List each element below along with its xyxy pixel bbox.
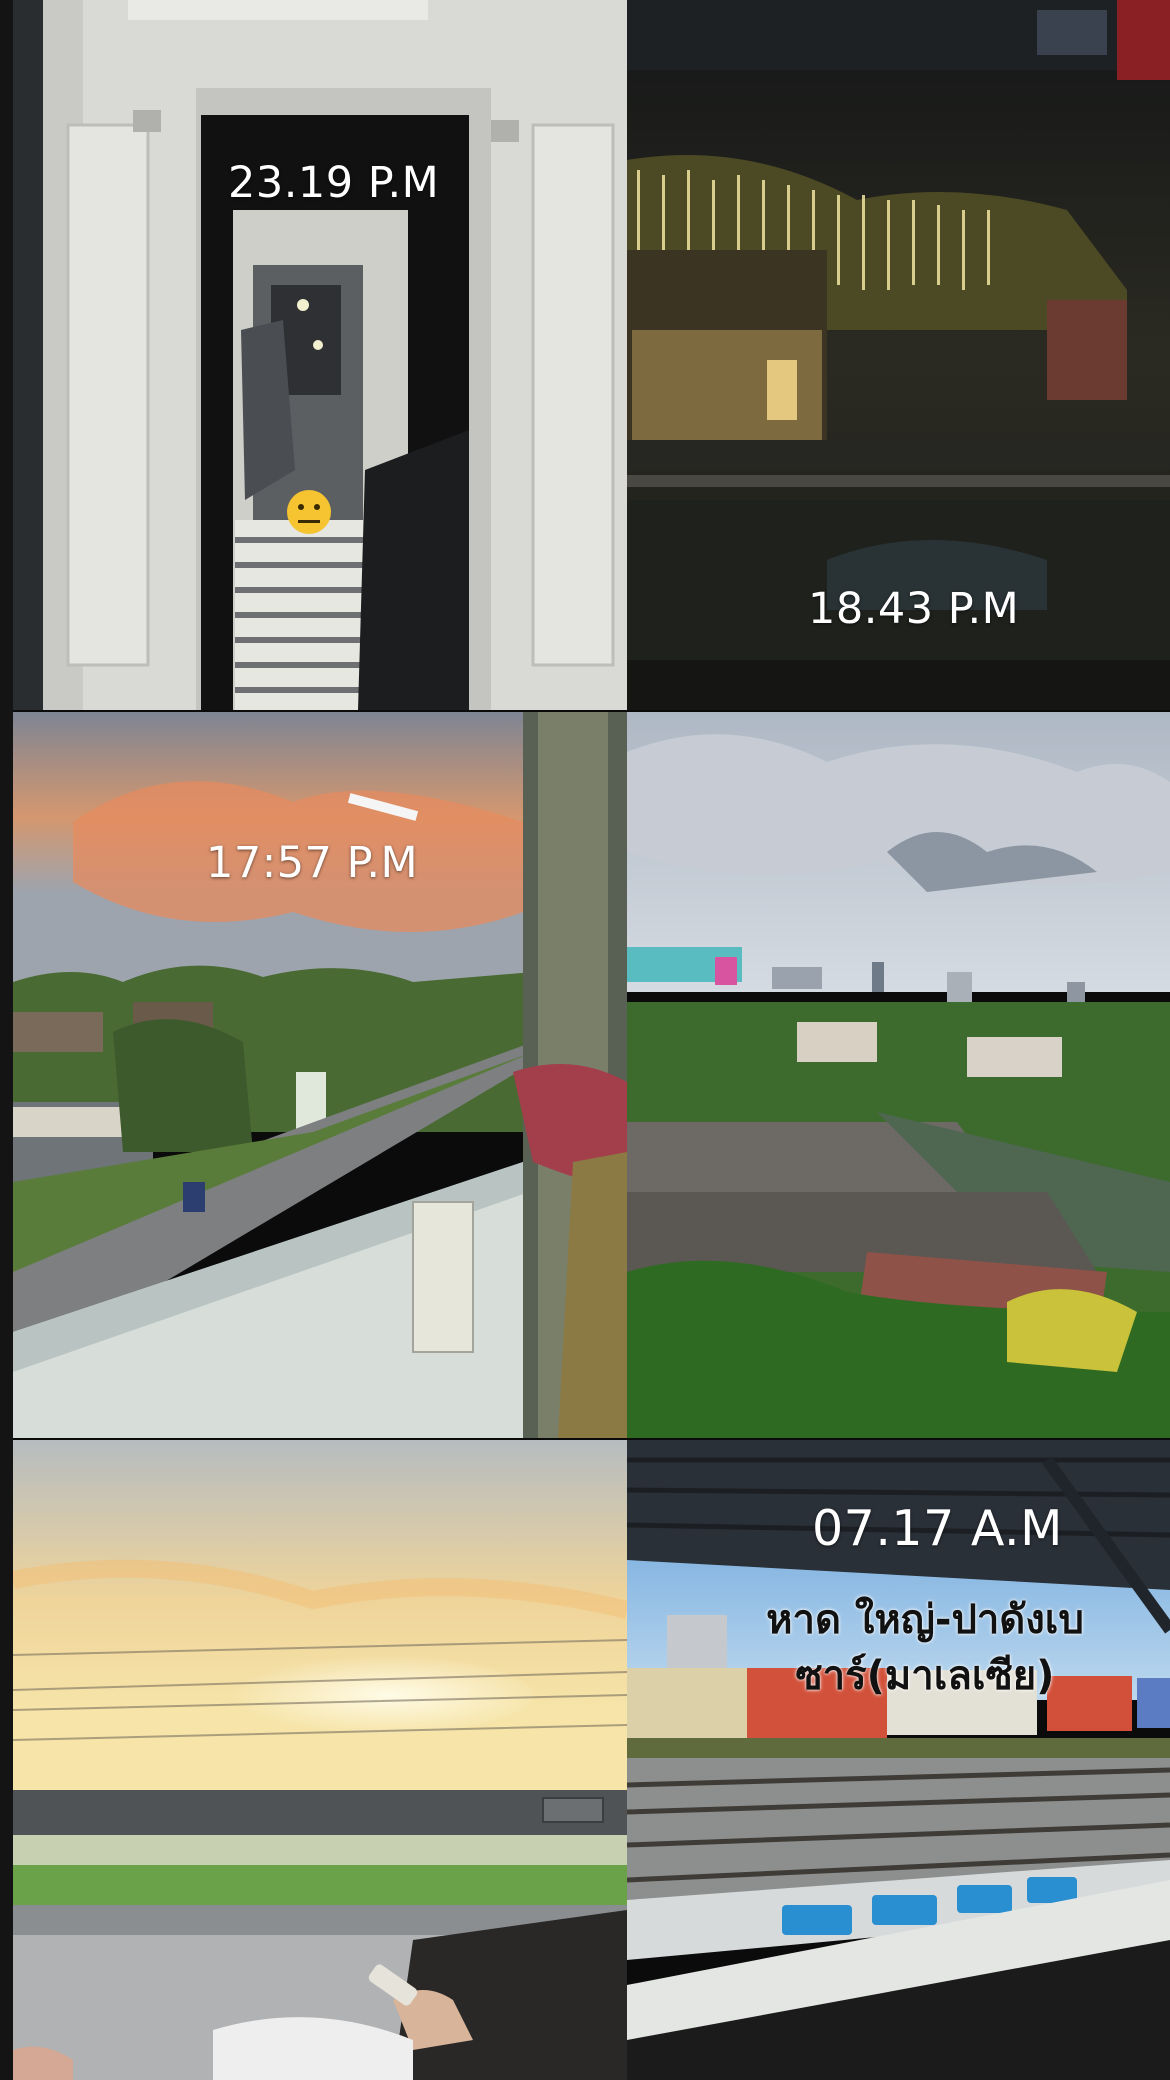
timestamp-label-platform: 07.17 A.M [812,1500,1063,1557]
route-caption: หาด ใหญ่-ปาดังเบ ซาร์(มาเลเซีย) [690,1592,1160,1704]
photo-sunset-road [13,712,627,1438]
photo-sunrise-fields [13,1440,627,2080]
photo-city-canal [627,712,1170,1438]
route-caption-line-1: หาด ใหญ่-ปาดังเบ [766,1597,1084,1643]
timestamp-label-sunset: 17:57 P.M [206,838,419,888]
timestamp-label-corridor: 23.19 P.M [228,158,440,208]
route-caption-line-2: ซาร์(มาเลเซีย) [795,1653,1055,1699]
timestamp-label-night-station: 18.43 P.M [808,584,1020,634]
photo-train-corridor [13,0,627,710]
neutral-face-emoji-icon [287,490,331,534]
collage-left-edge [0,0,13,2080]
photo-collage: 23.19 P.M 18.43 P.M 17:57 P.M 07.17 A.M … [0,0,1170,2080]
